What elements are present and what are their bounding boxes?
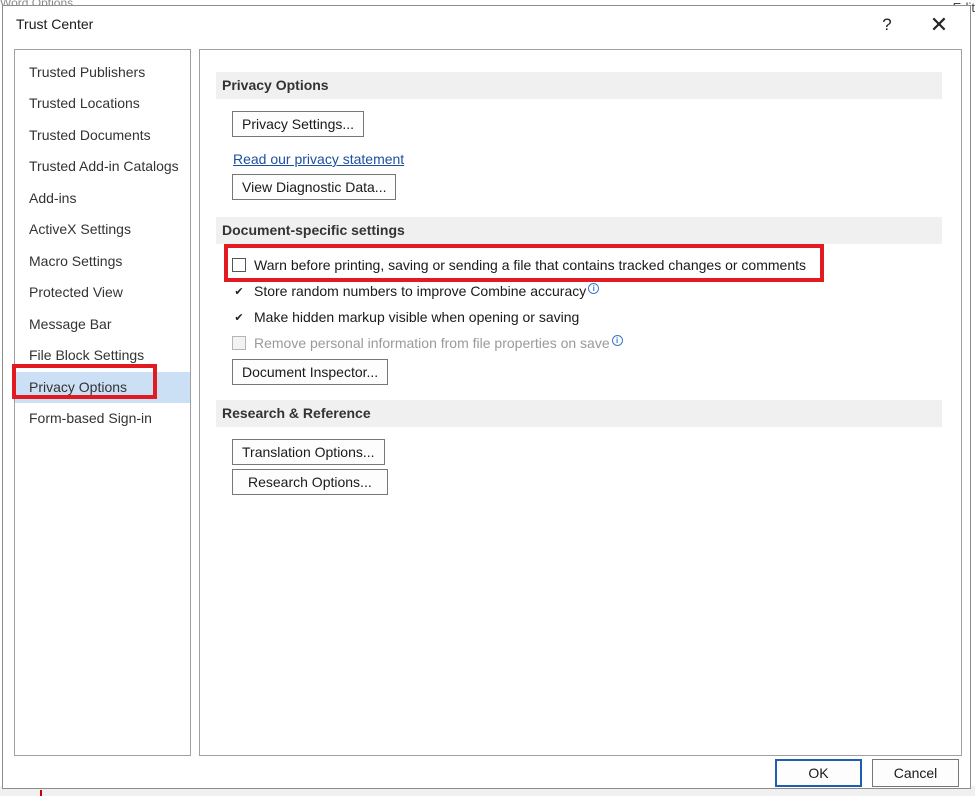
document-inspector-button[interactable]: Document Inspector... (232, 359, 389, 385)
trust-center-nav: Trusted Publishers Trusted Locations Tru… (14, 49, 191, 756)
warn-tracked-changes-checkbox[interactable] (232, 258, 246, 272)
nav-item-trusted-documents[interactable]: Trusted Documents (15, 120, 190, 151)
nav-item-file-block-settings[interactable]: File Block Settings (15, 340, 190, 371)
view-diagnostic-data-button[interactable]: View Diagnostic Data... (232, 174, 397, 200)
dialog-title: Trust Center (16, 16, 94, 32)
privacy-statement-link[interactable]: Read our privacy statement (233, 151, 404, 167)
nav-item-macro-settings[interactable]: Macro Settings (15, 246, 190, 277)
document-specific-settings-header: Document-specific settings (216, 217, 942, 244)
checkmark-icon: ✔ (234, 311, 244, 324)
warn-tracked-changes-label: Warn before printing, saving or sending … (254, 257, 806, 273)
info-icon[interactable]: i (588, 282, 600, 294)
nav-item-addins[interactable]: Add-ins (15, 183, 190, 214)
nav-item-trusted-publishers[interactable]: Trusted Publishers (15, 57, 190, 88)
close-icon: ✕ (929, 12, 949, 37)
checkmark-icon: ✔ (234, 285, 244, 298)
nav-item-trusted-addin-catalogs[interactable]: Trusted Add-in Catalogs (15, 151, 190, 182)
research-reference-header: Research & Reference (216, 400, 942, 427)
help-button[interactable]: ? (873, 12, 901, 38)
remove-personal-info-checkbox (232, 336, 246, 350)
hidden-markup-visible-label: Make hidden markup visible when opening … (254, 309, 580, 325)
nav-item-activex-settings[interactable]: ActiveX Settings (15, 214, 190, 245)
ok-button[interactable]: OK (775, 759, 862, 787)
background-red-mark (40, 790, 42, 796)
store-random-numbers-option[interactable]: ✔ Store random numbers to improve Combin… (232, 281, 600, 301)
store-random-numbers-checkbox[interactable]: ✔ (232, 284, 246, 298)
remove-personal-info-label: Remove personal information from file pr… (254, 335, 610, 351)
cancel-button[interactable]: Cancel (872, 759, 959, 787)
close-button[interactable]: ✕ (925, 12, 953, 38)
privacy-options-panel: Privacy Options Privacy Settings... Read… (199, 49, 962, 756)
store-random-numbers-label: Store random numbers to improve Combine … (254, 283, 587, 299)
privacy-options-header: Privacy Options (216, 72, 942, 99)
translation-options-button[interactable]: Translation Options... (232, 439, 385, 465)
warn-tracked-changes-option[interactable]: Warn before printing, saving or sending … (232, 255, 806, 275)
remove-personal-info-option: Remove personal information from file pr… (232, 333, 623, 353)
dialog-titlebar: Trust Center ? ✕ (3, 6, 970, 44)
nav-item-trusted-locations[interactable]: Trusted Locations (15, 88, 190, 119)
research-options-button[interactable]: Research Options... (232, 469, 388, 495)
nav-item-form-based-sign-in[interactable]: Form-based Sign-in (15, 403, 190, 434)
trust-center-dialog: Trust Center ? ✕ Trusted Publishers Trus… (2, 5, 971, 789)
nav-item-privacy-options[interactable]: Privacy Options (15, 372, 190, 403)
privacy-settings-button[interactable]: Privacy Settings... (232, 111, 365, 137)
nav-item-protected-view[interactable]: Protected View (15, 277, 190, 308)
hidden-markup-visible-option[interactable]: ✔ Make hidden markup visible when openin… (232, 307, 579, 327)
hidden-markup-visible-checkbox[interactable]: ✔ (232, 310, 246, 324)
help-icon: ? (882, 15, 892, 34)
info-icon[interactable]: i (611, 334, 623, 346)
nav-item-message-bar[interactable]: Message Bar (15, 309, 190, 340)
